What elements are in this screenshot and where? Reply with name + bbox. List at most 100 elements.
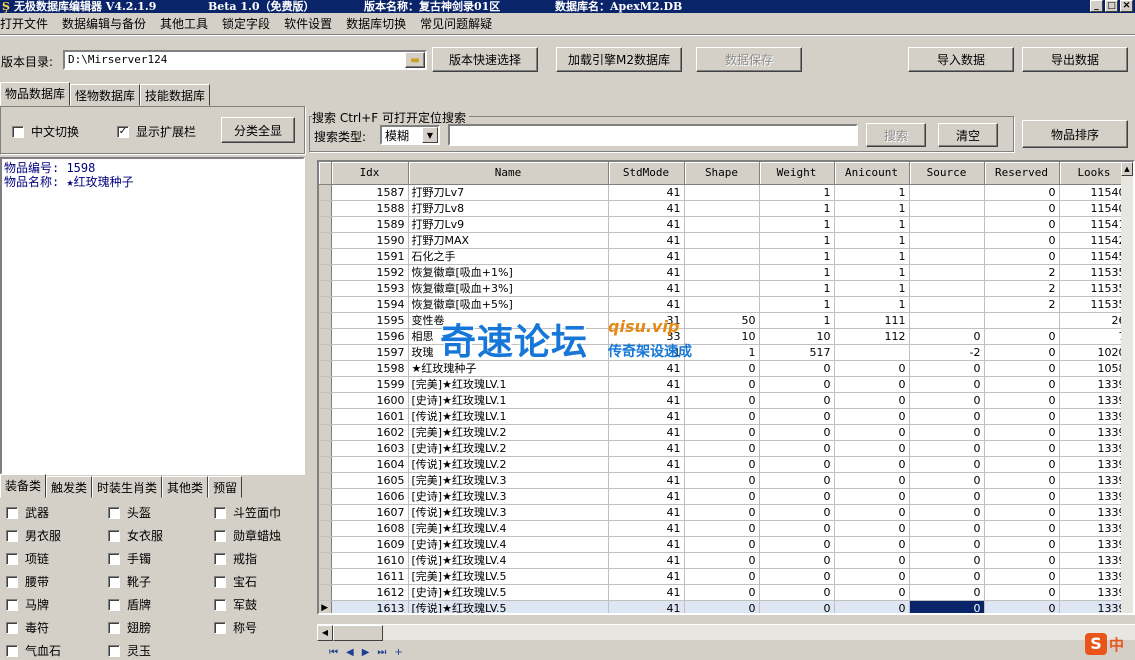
minimize-button[interactable]: _	[1090, 0, 1103, 12]
cell-shape[interactable]: 0	[684, 472, 760, 489]
category-checkbox[interactable]: 毒符	[6, 619, 49, 636]
cell-reserved[interactable]: 0	[984, 504, 1060, 521]
nav-next-icon[interactable]: ▶	[362, 647, 370, 658]
table-row[interactable]: 1600 [史诗]★红玫瑰LV.1 41 0 0 0 0 0 1339	[319, 392, 1130, 409]
tab-fashion-zodiac[interactable]: 时装生肖类	[92, 476, 163, 498]
cell-name[interactable]: [史诗]★红玫瑰LV.3	[408, 488, 609, 505]
column-header-source[interactable]: Source	[909, 162, 985, 185]
cell-looks[interactable]: 7	[1059, 328, 1130, 345]
cell-weight[interactable]: 0	[759, 408, 835, 425]
cell-stdmode[interactable]: 41	[608, 200, 685, 217]
cell-idx[interactable]: 1613	[331, 600, 409, 613]
cell-idx[interactable]: 1599	[331, 376, 409, 393]
cell-source[interactable]: 0	[909, 584, 985, 601]
checkbox-box[interactable]	[6, 598, 18, 611]
row-indicator[interactable]	[319, 504, 332, 521]
cell-reserved[interactable]: 2	[984, 264, 1060, 281]
cell-looks[interactable]: 1058	[1059, 360, 1130, 377]
table-row[interactable]: 1612 [史诗]★红玫瑰LV.5 41 0 0 0 0 0 1339	[319, 584, 1130, 601]
row-indicator[interactable]	[319, 456, 332, 473]
tab-reserved[interactable]: 预留	[208, 476, 243, 498]
cell-source[interactable]: 0	[909, 440, 985, 457]
cell-anicount[interactable]: 0	[834, 584, 910, 601]
cell-name[interactable]: [史诗]★红玫瑰LV.1	[408, 392, 609, 409]
quick-select-button[interactable]: 版本快速选择	[432, 47, 538, 72]
cell-looks[interactable]: 1339	[1059, 472, 1130, 489]
cell-stdmode[interactable]: 41	[608, 504, 685, 521]
cell-stdmode[interactable]: 41	[608, 456, 685, 473]
row-indicator[interactable]	[319, 232, 332, 249]
checkbox-box[interactable]	[6, 529, 18, 542]
category-checkbox[interactable]: 女衣服	[108, 527, 163, 544]
cell-reserved[interactable]: 0	[984, 440, 1060, 457]
cell-looks[interactable]: 1339	[1059, 568, 1130, 585]
table-row[interactable]: 1608 [完美]★红玫瑰LV.4 41 0 0 0 0 0 1339	[319, 520, 1130, 537]
cell-name[interactable]: 玫瑰	[408, 344, 609, 361]
cell-source[interactable]	[909, 296, 985, 313]
cell-source[interactable]: 0	[909, 520, 985, 537]
table-row[interactable]: 1610 [传说]★红玫瑰LV.4 41 0 0 0 0 0 1339	[319, 552, 1130, 569]
row-indicator[interactable]	[319, 312, 332, 329]
table-row[interactable]: 1592 恢复徽章[吸血+1%] 41 1 1 2 11535	[319, 264, 1130, 281]
cell-anicount[interactable]: 1	[834, 200, 910, 217]
nav-insert-icon[interactable]: +	[394, 647, 402, 658]
cell-shape[interactable]: 0	[684, 440, 760, 457]
cell-source[interactable]: 0	[909, 360, 985, 377]
table-row[interactable]: 1609 [史诗]★红玫瑰LV.4 41 0 0 0 0 0 1339	[319, 536, 1130, 553]
cell-source[interactable]	[909, 216, 985, 233]
column-header-weight[interactable]: Weight	[759, 162, 835, 185]
cell-source[interactable]	[909, 200, 985, 217]
cell-shape[interactable]: 0	[684, 408, 760, 425]
column-header-shape[interactable]: Shape	[684, 162, 760, 185]
cell-stdmode[interactable]: 33	[608, 328, 685, 345]
cell-name[interactable]: [完美]★红玫瑰LV.2	[408, 424, 609, 441]
cell-reserved[interactable]: 0	[984, 360, 1060, 377]
row-indicator[interactable]	[319, 344, 332, 361]
cell-idx[interactable]: 1597	[331, 344, 409, 361]
checkbox-box[interactable]	[108, 598, 120, 611]
cell-shape[interactable]: 0	[684, 392, 760, 409]
nav-last-icon[interactable]: ⏭	[377, 647, 386, 658]
category-checkbox[interactable]: 手镯	[108, 550, 151, 567]
cell-source[interactable]: 0	[909, 424, 985, 441]
cell-shape[interactable]: 0	[684, 568, 760, 585]
data-grid[interactable]: Idx Name StdMode Shape Weight Anicount Source R…	[317, 160, 1135, 615]
clear-button[interactable]: 清空	[938, 123, 998, 147]
cell-source[interactable]: 0	[909, 376, 985, 393]
cell-looks[interactable]: 1339	[1059, 520, 1130, 537]
cell-shape[interactable]: 0	[684, 584, 760, 601]
row-indicator[interactable]	[319, 200, 332, 217]
cell-shape[interactable]	[684, 232, 760, 249]
cell-stdmode[interactable]: 41	[608, 584, 685, 601]
category-checkbox[interactable]: 武器	[6, 504, 49, 521]
cell-reserved[interactable]: 0	[984, 568, 1060, 585]
tab-other[interactable]: 其他类	[162, 476, 209, 498]
cell-looks[interactable]: 26	[1059, 312, 1130, 329]
column-header-name[interactable]: Name	[408, 162, 609, 185]
cell-stdmode[interactable]: 1	[608, 344, 685, 361]
cell-weight[interactable]: 0	[759, 504, 835, 521]
cell-idx[interactable]: 1590	[331, 232, 409, 249]
cell-stdmode[interactable]: 41	[608, 568, 685, 585]
cell-name[interactable]: [完美]★红玫瑰LV.4	[408, 520, 609, 537]
column-header-reserved[interactable]: Reserved	[984, 162, 1060, 185]
cell-anicount[interactable]: 0	[834, 472, 910, 489]
row-indicator[interactable]	[319, 568, 332, 585]
checkbox-box[interactable]	[108, 529, 120, 542]
cell-looks[interactable]: 1339	[1059, 488, 1130, 505]
cell-anicount[interactable]: 1	[834, 216, 910, 233]
cell-idx[interactable]: 1591	[331, 248, 409, 265]
category-all-button[interactable]: 分类全显	[221, 117, 295, 143]
scroll-left-icon[interactable]: ◀	[317, 625, 333, 641]
cell-idx[interactable]: 1594	[331, 296, 409, 313]
cell-idx[interactable]: 1602	[331, 424, 409, 441]
checkbox-box[interactable]	[108, 644, 120, 657]
cell-weight[interactable]: 1	[759, 296, 835, 313]
cell-anicount[interactable]	[834, 344, 910, 361]
table-row[interactable]: 1596相思331010112007	[319, 328, 1130, 345]
table-row[interactable]: 1594 恢复徽章[吸血+5%] 41 1 1 2 11535	[319, 296, 1130, 313]
cell-idx[interactable]: 1600	[331, 392, 409, 409]
column-header-looks[interactable]: Looks	[1059, 162, 1130, 185]
checkbox-box[interactable]	[6, 644, 18, 657]
cell-source[interactable]: 0	[909, 552, 985, 569]
